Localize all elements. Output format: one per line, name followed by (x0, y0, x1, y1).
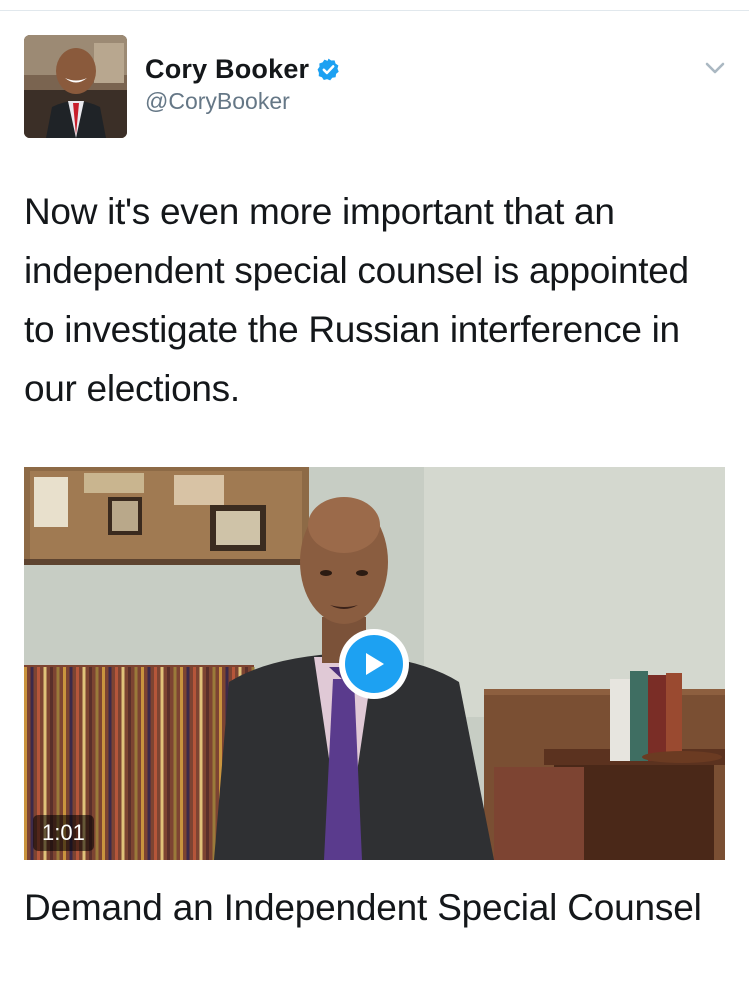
display-name[interactable]: Cory Booker (145, 54, 309, 85)
display-name-row: Cory Booker (145, 50, 341, 88)
user-handle[interactable]: @CoryBooker (145, 88, 341, 115)
user-block[interactable]: Cory Booker @CoryBooker (145, 50, 341, 115)
card-title[interactable]: Demand an Independent Special Counsel (24, 884, 724, 932)
chevron-down-icon[interactable] (704, 60, 726, 76)
play-icon (345, 635, 403, 693)
video-player[interactable]: 1:01 (24, 467, 725, 860)
tweet-text: Now it's even more important that an ind… (24, 191, 689, 409)
video-duration-badge: 1:01 (33, 815, 94, 851)
top-divider (0, 10, 749, 11)
avatar[interactable] (24, 35, 127, 138)
play-button[interactable] (339, 629, 409, 699)
verified-badge-icon (316, 57, 341, 82)
